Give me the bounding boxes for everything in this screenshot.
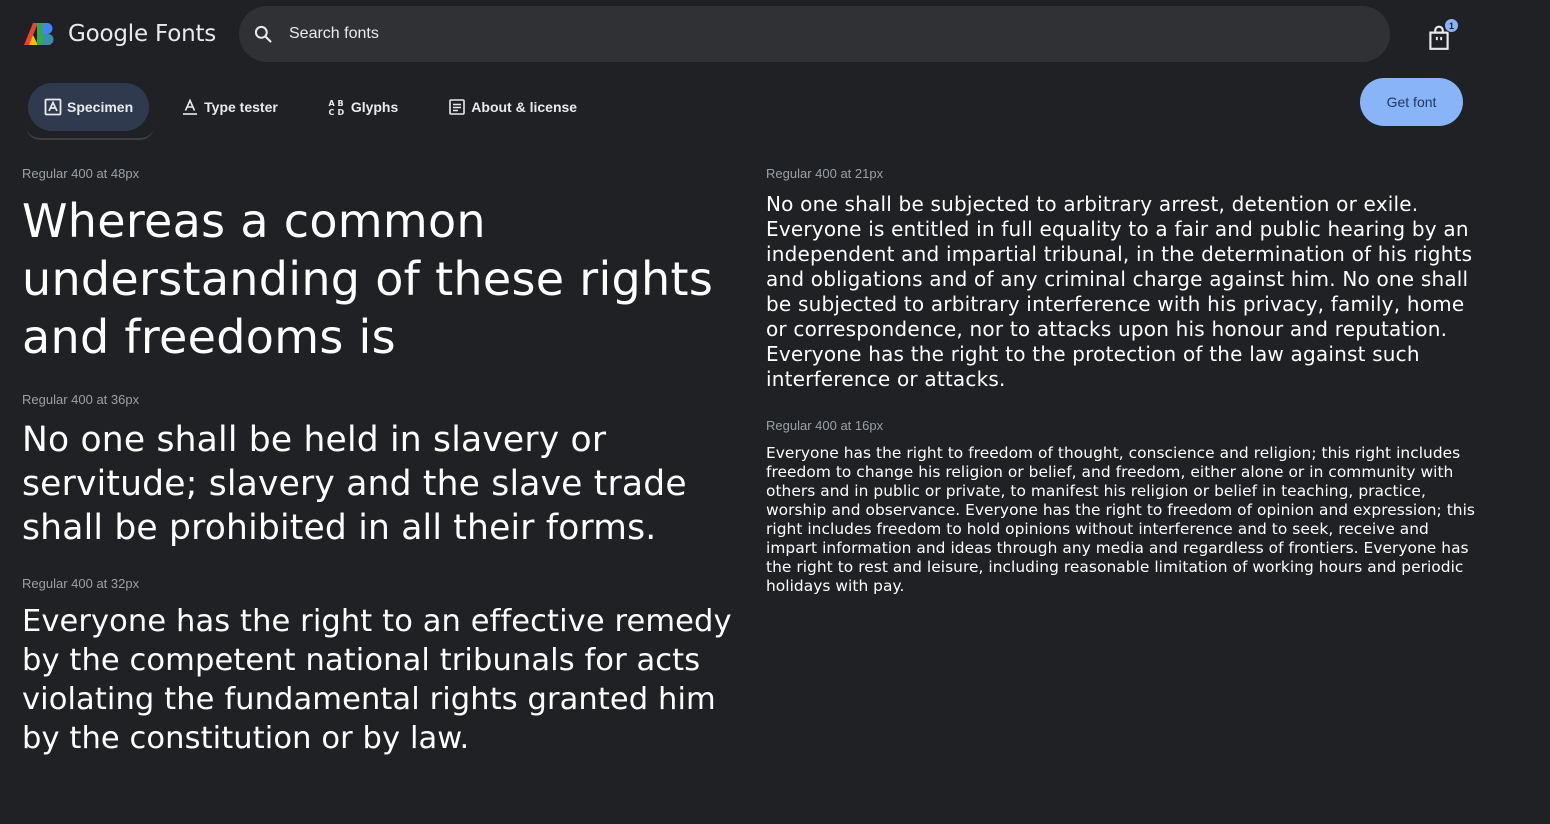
get-font-button[interactable]: Get font xyxy=(1360,78,1463,126)
sample-label-16: Regular 400 at 16px xyxy=(766,418,884,433)
svg-text:D: D xyxy=(337,108,344,116)
google-fonts-logo-icon xyxy=(24,23,54,45)
shopping-bag-button[interactable]: 1 xyxy=(1426,18,1459,52)
search-input[interactable] xyxy=(287,24,1337,44)
about-icon xyxy=(449,99,466,115)
svg-text:A: A xyxy=(328,99,335,108)
sample-text-16[interactable]: Everyone has the right to freedom of tho… xyxy=(766,444,1476,596)
search-icon xyxy=(254,25,272,43)
sample-label-21: Regular 400 at 21px xyxy=(766,166,884,181)
search-bar[interactable] xyxy=(239,6,1390,62)
active-tab-indicator xyxy=(26,126,154,140)
sample-label-32: Regular 400 at 32px xyxy=(22,576,140,591)
specimen-tabs: Specimen Type tester A B C D Glyphs Abou… xyxy=(28,83,609,131)
tab-label: Glyphs xyxy=(350,99,399,115)
cart-count-badge: 1 xyxy=(1444,18,1459,33)
sample-text-32[interactable]: Everyone has the right to an effective r… xyxy=(22,602,732,758)
tab-specimen[interactable]: Specimen xyxy=(28,83,150,131)
tab-label: Type tester xyxy=(204,99,278,115)
sample-label-48: Regular 400 at 48px xyxy=(22,166,140,181)
tab-label: Specimen xyxy=(67,99,134,115)
sample-text-21[interactable]: No one shall be subjected to arbitrary a… xyxy=(766,192,1476,392)
tab-type-tester[interactable]: Type tester xyxy=(163,83,296,131)
sample-label-36: Regular 400 at 36px xyxy=(22,392,140,407)
sample-text-36[interactable]: No one shall be held in slavery or servi… xyxy=(22,418,722,550)
logo-text: Google Fonts xyxy=(68,21,217,47)
svg-text:C: C xyxy=(328,108,334,116)
svg-text:B: B xyxy=(337,99,343,108)
tab-about-license[interactable]: About & license xyxy=(430,83,595,131)
glyphs-icon: A B C D xyxy=(328,99,344,116)
specimen-icon xyxy=(44,98,62,116)
tab-label: About & license xyxy=(471,99,578,115)
google-fonts-logo[interactable]: Google Fonts xyxy=(22,18,216,50)
type-tester-icon xyxy=(183,98,198,115)
sample-text-48[interactable]: Whereas a common understanding of these … xyxy=(22,192,722,366)
top-bar: Google Fonts 1 xyxy=(0,0,1550,68)
tab-glyphs[interactable]: A B C D Glyphs xyxy=(310,83,416,131)
